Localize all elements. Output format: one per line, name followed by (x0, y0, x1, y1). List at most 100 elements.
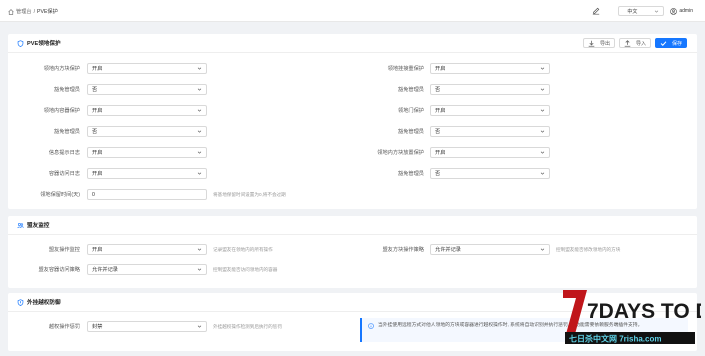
pve-left-select[interactable]: 否 (87, 126, 207, 137)
chevron-down-icon (197, 109, 202, 112)
check-icon (660, 40, 667, 46)
ally-select[interactable]: 允许并记录 (87, 264, 207, 275)
select-value: 开启 (435, 108, 446, 114)
pve-right-label: 领地门保护 (398, 108, 424, 114)
pve-right-select[interactable]: 开启 (430, 147, 550, 158)
export-button[interactable]: 导出 (582, 38, 615, 48)
seven-days-logo-icon: 7DAYS TO DIE 七日杀中文网 7risha.com (563, 290, 705, 344)
ally-hint: 记录盟友在领地内的所有操作 (213, 247, 273, 252)
watermark-subtitle: 七日杀中文网 7risha.com (569, 334, 661, 344)
ally-select[interactable]: 允许并记录 (430, 244, 550, 255)
import-label: 导入 (635, 40, 646, 47)
select-value: 开启 (92, 108, 103, 114)
language-value: 中文 (627, 8, 638, 15)
ally-monitor-card: 盟友监控 盟友操作监控 开启 记录盟友在领地内的所有操作 盟友方块操作策略 允许… (8, 216, 697, 288)
select-value: 开启 (435, 66, 446, 72)
pve-right-label: 豁免管理员 (398, 87, 424, 93)
external-select[interactable]: 封禁 (87, 321, 207, 332)
chevron-down-icon (197, 151, 202, 154)
pve-card-title: PVE领地保护 (27, 41, 61, 47)
chevron-down-icon (197, 88, 202, 91)
retention-hint: 将基地保留时间设置为0,将不会过期 (213, 192, 286, 197)
chevron-down-icon (197, 67, 202, 70)
ally-card-header: 盟友监控 (8, 216, 697, 235)
pve-right-select[interactable]: 开启 (430, 63, 550, 74)
pve-left-select[interactable]: 开启 (87, 168, 207, 179)
ally-card-title: 盟友监控 (27, 223, 50, 229)
select-value: 否 (92, 87, 98, 93)
pve-left-label: 信息提示日志 (48, 150, 80, 156)
ally-hint: 控制盟友能否访问领地内的容器 (213, 267, 278, 272)
select-value: 否 (92, 129, 98, 135)
upload-icon (624, 39, 631, 47)
pve-card-header: PVE领地保护 导出 导入 保存 (8, 34, 697, 53)
chevron-down-icon (197, 248, 202, 251)
external-label: 越权操作惩罚 (48, 324, 80, 330)
select-value: 开启 (92, 171, 103, 177)
breadcrumb-home[interactable]: 管理台 (16, 8, 32, 15)
shield-alert-icon (17, 298, 24, 306)
chevron-down-icon (197, 268, 202, 271)
chevron-down-icon (540, 67, 545, 70)
select-value: 否 (435, 87, 441, 93)
save-label: 保存 (671, 40, 682, 47)
external-hint: 外挂越权操作检测到后执行的惩罚 (213, 324, 282, 329)
top-bar: 管理台 / PVE保护 中文 admin (0, 0, 705, 22)
breadcrumb-current: PVE保护 (37, 9, 58, 15)
chevron-down-icon (655, 10, 659, 13)
pve-protection-card: PVE领地保护 导出 导入 保存 领地内方块保护 开启 豁免管理员 否 领地内容… (8, 34, 697, 209)
watermark-logo: 7DAYS TO DIE 七日杀中文网 7risha.com (557, 288, 705, 348)
breadcrumb: 管理台 / PVE保护 (8, 8, 58, 15)
users-icon (17, 222, 24, 228)
watermark-title: 7DAYS TO DIE (587, 300, 701, 323)
pve-left-select[interactable]: 开启 (87, 105, 207, 116)
import-button[interactable]: 导入 (618, 38, 651, 48)
pve-left-select[interactable]: 否 (87, 84, 207, 95)
info-icon (368, 323, 374, 329)
chevron-down-icon (540, 172, 545, 175)
select-value: 开启 (92, 247, 103, 253)
pve-left-select[interactable]: 开启 (87, 63, 207, 74)
export-label: 导出 (599, 40, 610, 47)
ally-label: 盟友操作监控 (48, 247, 80, 253)
select-value: 开启 (92, 66, 103, 72)
edit-icon[interactable] (592, 7, 600, 15)
user-menu[interactable]: admin (670, 7, 693, 15)
select-value: 允许并记录 (92, 267, 118, 273)
save-button[interactable]: 保存 (654, 38, 687, 48)
pve-left-select[interactable]: 开启 (87, 147, 207, 158)
select-value: 开启 (92, 150, 103, 156)
external-card-title: 外挂越权防御 (27, 300, 61, 306)
input-value: 0 (92, 191, 95, 198)
chevron-down-icon (197, 130, 202, 133)
pve-left-label: 领地保留时间(天) (40, 192, 80, 198)
ally-hint: 控制盟友能否修改领地内的方块 (556, 247, 621, 252)
pve-right-label: 领地挂接重保护 (387, 66, 424, 72)
home-icon[interactable] (8, 8, 14, 15)
user-icon (670, 7, 678, 15)
select-value: 封禁 (92, 324, 103, 330)
language-select[interactable]: 中文 (618, 6, 665, 16)
chevron-down-icon (540, 248, 545, 251)
pve-right-select[interactable]: 否 (430, 168, 550, 179)
select-value: 否 (435, 171, 441, 177)
select-value: 允许并记录 (435, 247, 461, 253)
select-value: 否 (435, 129, 441, 135)
pve-right-label: 豁免管理员 (398, 171, 424, 177)
chevron-down-icon (540, 88, 545, 91)
chevron-down-icon (540, 130, 545, 133)
chevron-down-icon (540, 151, 545, 154)
pve-left-label: 领地内方块保护 (43, 66, 80, 72)
ally-select[interactable]: 开启 (87, 244, 207, 255)
retention-days-input[interactable]: 0 (87, 189, 207, 200)
pve-right-select[interactable]: 开启 (430, 105, 550, 116)
select-value: 开启 (435, 150, 446, 156)
chevron-down-icon (197, 172, 202, 175)
pve-right-select[interactable]: 否 (430, 84, 550, 95)
pve-right-select[interactable]: 否 (430, 126, 550, 137)
pve-left-label: 领地内容器保护 (43, 108, 80, 114)
ally-label: 盟友方块操作策略 (382, 247, 424, 253)
pve-right-label: 领地内方块放置保护 (377, 150, 424, 156)
breadcrumb-separator: / (33, 8, 36, 15)
chevron-down-icon (197, 325, 202, 328)
